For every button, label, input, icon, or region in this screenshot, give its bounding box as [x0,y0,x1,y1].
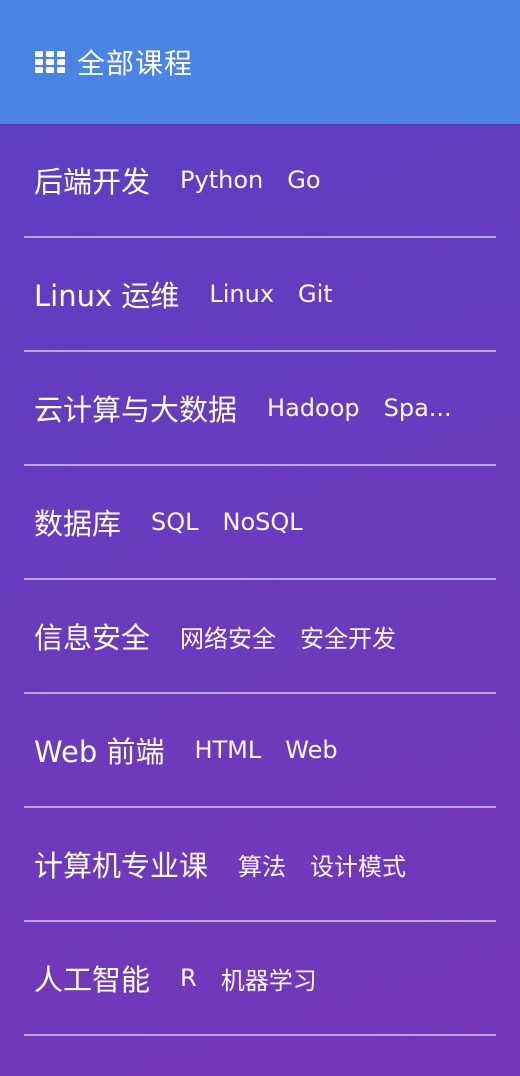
category-cloud-bigdata[interactable]: 云计算与大数据 Hadoop Spa... [24,352,496,466]
category-tag[interactable]: SQL [151,508,199,536]
all-courses-header[interactable]: 全部课程 [0,0,520,124]
category-title[interactable]: 信息安全 [34,615,150,657]
category-tag[interactable]: NoSQL [223,508,303,536]
category-title[interactable]: 后端开发 [34,159,150,201]
category-tag[interactable]: Linux [209,280,274,308]
category-web-frontend[interactable]: Web 前端 HTML Web [24,694,496,808]
category-tag[interactable]: 机器学习 [221,961,317,996]
category-tag[interactable]: Spa... [384,394,452,422]
category-ai[interactable]: 人工智能 R 机器学习 [24,922,496,1036]
category-tag[interactable]: Python [180,166,263,194]
category-cs-core[interactable]: 计算机专业课 算法 设计模式 [24,808,496,922]
category-infosec[interactable]: 信息安全 网络安全 安全开发 [24,580,496,694]
category-tag[interactable]: 安全开发 [300,619,396,654]
category-tag[interactable]: 设计模式 [310,847,406,882]
category-database[interactable]: 数据库 SQL NoSQL [24,466,496,580]
category-tag[interactable]: 算法 [238,847,286,882]
category-title[interactable]: 计算机专业课 [34,843,208,885]
category-tag[interactable]: Web [285,736,337,764]
category-tag[interactable]: Go [287,166,320,194]
course-category-list: 后端开发 Python Go Linux 运维 Linux Git 云计算与大数… [24,124,496,1036]
grid-icon [35,51,65,73]
category-linux-ops[interactable]: Linux 运维 Linux Git [24,238,496,352]
category-title[interactable]: Web 前端 [34,729,164,771]
category-title[interactable]: 数据库 [34,501,121,543]
category-title[interactable]: 人工智能 [34,957,150,999]
category-tag[interactable]: Git [298,280,333,308]
category-tag[interactable]: R [180,964,197,992]
category-title[interactable]: Linux 运维 [34,273,179,315]
category-backend[interactable]: 后端开发 Python Go [24,124,496,238]
category-tag[interactable]: Hadoop [267,394,360,422]
header-title: 全部课程 [77,47,194,80]
category-title[interactable]: 云计算与大数据 [34,387,237,429]
category-tag[interactable]: 网络安全 [180,619,276,654]
category-tag[interactable]: HTML [194,736,261,764]
